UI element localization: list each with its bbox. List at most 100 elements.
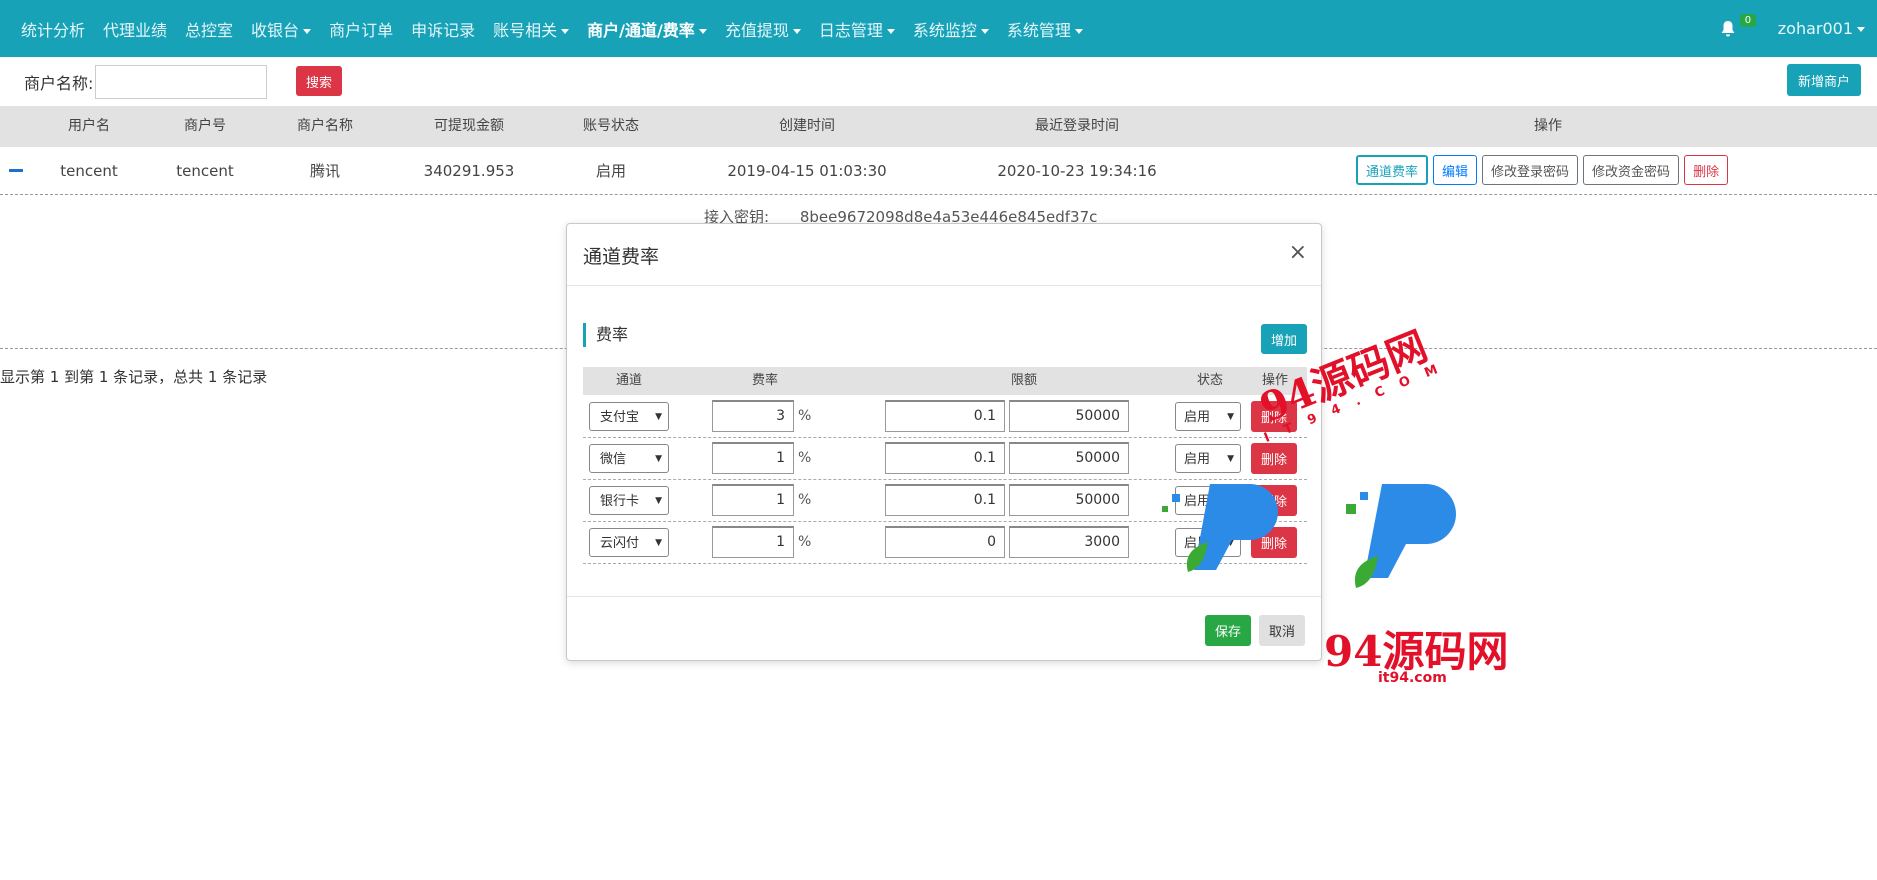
nav-item-0[interactable]: 统计分析 xyxy=(12,17,94,41)
col-withdrawable[interactable]: 可提现金额 xyxy=(434,106,504,147)
save-button[interactable]: 保存 xyxy=(1205,615,1251,646)
nav-item-2[interactable]: 总控室 xyxy=(176,17,242,41)
delete-rate-button[interactable]: 删除 xyxy=(1251,401,1297,432)
nav-item-label: 统计分析 xyxy=(21,20,86,40)
rate-section-title: 费率 xyxy=(583,323,628,347)
chevron-down-icon xyxy=(1857,27,1865,32)
pagination-info: 显示第 1 到第 1 条记录，总共 1 条记录 xyxy=(0,368,268,386)
limit-max-input[interactable]: 50000 xyxy=(1009,484,1129,516)
limit-min-input[interactable]: 0.1 xyxy=(885,400,1005,432)
dropdown-arrow-icon: ▼ xyxy=(1227,454,1234,464)
channel-rate-button[interactable]: 通道费率 xyxy=(1356,155,1429,185)
rate-input[interactable]: 1 xyxy=(712,484,794,516)
status-select[interactable]: 启用 ▼ xyxy=(1175,402,1241,431)
collapse-icon[interactable] xyxy=(9,169,23,172)
limit-max-input[interactable]: 3000 xyxy=(1009,526,1129,558)
edit-button[interactable]: 编辑 xyxy=(1433,155,1478,185)
limit-max-input[interactable]: 50000 xyxy=(1009,400,1129,432)
modal-footer-divider xyxy=(567,596,1321,597)
nav-item-10[interactable]: 系统监控 xyxy=(904,17,998,41)
nav-item-6[interactable]: 账号相关 xyxy=(484,17,578,41)
status-select[interactable]: 启用 ▼ xyxy=(1175,528,1241,557)
nav-item-3[interactable]: 收银台 xyxy=(242,17,320,41)
dropdown-arrow-icon: ▼ xyxy=(655,412,662,422)
rate-input[interactable]: 3 xyxy=(712,400,794,432)
nav-item-4[interactable]: 商户订单 xyxy=(320,17,402,41)
nav-item-label: 代理业绩 xyxy=(103,20,168,40)
nav-item-label: 商户/通道/费率 xyxy=(587,20,695,40)
dropdown-arrow-icon: ▼ xyxy=(655,538,662,548)
delete-rate-button[interactable]: 删除 xyxy=(1251,527,1297,558)
dropdown-arrow-icon: ▼ xyxy=(1227,538,1234,548)
nav-item-label: 收银台 xyxy=(251,20,300,40)
nav-item-11[interactable]: 系统管理 xyxy=(998,17,1092,41)
limit-min-input[interactable]: 0.1 xyxy=(885,484,1005,516)
watermark-url: it94.com xyxy=(1378,670,1447,686)
table-row: tencent tencent 腾讯 340291.953 启用 2019-04… xyxy=(0,148,1877,195)
bell-icon[interactable]: 0 xyxy=(1720,13,1757,38)
cell-created: 2019-04-15 01:03:30 xyxy=(727,162,887,180)
nav-item-label: 系统监控 xyxy=(912,20,977,40)
chevron-down-icon xyxy=(561,28,570,34)
rate-col-channel: 通道 xyxy=(615,373,643,388)
channel-select-value: 云闪付 xyxy=(600,536,640,551)
delete-merchant-button[interactable]: 删除 xyxy=(1684,155,1729,185)
percent-sign: % xyxy=(798,534,812,550)
percent-sign: % xyxy=(798,450,812,466)
chevron-down-icon xyxy=(886,28,895,34)
merchant-name-input[interactable] xyxy=(95,65,268,99)
nav-item-7[interactable]: 商户/通道/费率 xyxy=(578,17,716,41)
channel-select[interactable]: 微信 ▼ xyxy=(589,444,669,473)
col-last-login[interactable]: 最近登录时间 xyxy=(1035,106,1119,147)
nav-item-5[interactable]: 申诉记录 xyxy=(402,17,484,41)
delete-rate-button[interactable]: 删除 xyxy=(1251,443,1297,474)
status-select-value: 启用 xyxy=(1184,536,1211,551)
row-actions: 通道费率 编辑 修改登录密码 修改资金密码 删除 xyxy=(1356,155,1729,185)
col-actions: 操作 xyxy=(1534,118,1562,134)
search-button[interactable]: 搜索 xyxy=(296,66,342,96)
channel-select[interactable]: 银行卡 ▼ xyxy=(589,486,669,515)
rate-row: 银行卡 ▼ 1 % 0.1 50000 启用 ▼ 删除 xyxy=(583,480,1307,522)
close-icon[interactable]: × xyxy=(1289,240,1307,265)
search-bar: 商户名称: xyxy=(24,64,268,100)
add-rate-button[interactable]: 增加 xyxy=(1261,324,1307,354)
chevron-down-icon xyxy=(792,28,801,34)
rate-row: 支付宝 ▼ 3 % 0.1 50000 启用 ▼ 删除 xyxy=(583,396,1307,438)
col-username[interactable]: 用户名 xyxy=(68,106,110,147)
channel-select-value: 银行卡 xyxy=(600,494,640,509)
cancel-button[interactable]: 取消 xyxy=(1259,615,1305,646)
col-status[interactable]: 账号状态 xyxy=(583,106,639,147)
col-merchant-no[interactable]: 商户号 xyxy=(184,106,226,147)
nav-item-9[interactable]: 日志管理 xyxy=(810,17,904,41)
change-fund-password-button[interactable]: 修改资金密码 xyxy=(1583,155,1680,185)
nav-right: 0 zohar001 xyxy=(1720,0,1865,57)
delete-rate-button[interactable]: 删除 xyxy=(1251,485,1297,516)
status-select[interactable]: 启用 ▼ xyxy=(1175,444,1241,473)
channel-rate-modal: 通道费率 × 费率 增加 通道 费率 限额 状态 操作 支付宝 ▼ 3 % 0.1… xyxy=(566,223,1322,661)
limit-min-input[interactable]: 0.1 xyxy=(885,442,1005,474)
watermark-text-big: 94源码网 xyxy=(1324,627,1509,676)
col-created[interactable]: 创建时间 xyxy=(779,106,835,147)
rate-row: 微信 ▼ 1 % 0.1 50000 启用 ▼ 删除 xyxy=(583,438,1307,480)
dropdown-arrow-icon: ▼ xyxy=(655,496,662,506)
nav-item-1[interactable]: 代理业绩 xyxy=(94,17,176,41)
limit-min-input[interactable]: 0 xyxy=(885,526,1005,558)
limit-max-input[interactable]: 50000 xyxy=(1009,442,1129,474)
notification-badge: 0 xyxy=(1739,13,1757,27)
cell-username: tencent xyxy=(60,162,118,180)
channel-select[interactable]: 支付宝 ▼ xyxy=(589,402,669,431)
change-login-password-button[interactable]: 修改登录密码 xyxy=(1482,155,1579,185)
nav-item-8[interactable]: 充值提现 xyxy=(716,17,810,41)
rate-col-limit: 限额 xyxy=(1010,373,1038,388)
channel-select[interactable]: 云闪付 ▼ xyxy=(589,528,669,557)
nav-item-label: 申诉记录 xyxy=(411,20,476,40)
rate-input[interactable]: 1 xyxy=(712,442,794,474)
cell-merchant-name: 腾讯 xyxy=(309,162,341,180)
rate-input[interactable]: 1 xyxy=(712,526,794,558)
status-select-value: 启用 xyxy=(1184,410,1211,425)
user-menu[interactable]: zohar001 xyxy=(1778,19,1865,38)
status-select[interactable]: 启用 ▼ xyxy=(1175,486,1241,515)
percent-sign: % xyxy=(798,492,812,508)
col-merchant-name[interactable]: 商户名称 xyxy=(297,106,353,147)
add-merchant-button[interactable]: 新增商户 xyxy=(1787,64,1861,96)
